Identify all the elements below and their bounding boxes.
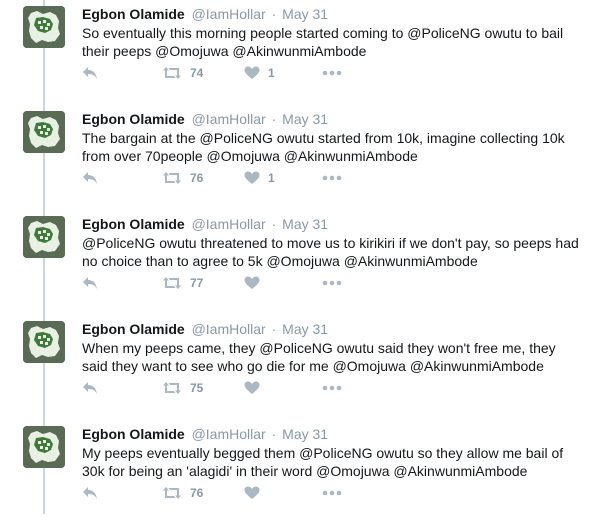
retweet-count: 75	[190, 381, 204, 395]
more-button[interactable]	[322, 64, 342, 82]
timestamp[interactable]: May 31	[282, 6, 328, 22]
tweet[interactable]: Egbon Olamide @IamHollar · May 31 @Polic…	[0, 210, 599, 315]
reply-icon	[82, 381, 98, 395]
retweet-icon	[162, 171, 182, 185]
user-handle[interactable]: @IamHollar	[192, 426, 266, 442]
user-handle[interactable]: @IamHollar	[192, 111, 266, 127]
separator-dot: ·	[271, 426, 277, 442]
display-name[interactable]: Egbon Olamide	[82, 321, 185, 337]
tweet-header: Egbon Olamide @IamHollar · May 31	[82, 6, 328, 22]
retweet-icon	[162, 66, 182, 80]
tweet-text: @PoliceNG owutu threatened to move us to…	[82, 235, 579, 269]
tweet-actions: 77	[82, 274, 382, 292]
heart-icon	[244, 171, 260, 185]
heart-icon	[244, 486, 260, 500]
avatar[interactable]	[23, 111, 65, 153]
reply-button[interactable]	[82, 169, 98, 187]
avatar[interactable]	[23, 6, 65, 48]
timestamp[interactable]: May 31	[282, 216, 328, 232]
reply-button[interactable]	[82, 274, 98, 292]
avatar[interactable]	[23, 321, 65, 363]
separator-dot: ·	[271, 216, 277, 232]
more-dots-icon	[322, 70, 342, 76]
reply-button[interactable]	[82, 379, 98, 397]
reply-icon	[82, 66, 98, 80]
tweet-text: When my peeps came, they @PoliceNG owutu…	[82, 340, 556, 374]
tweet[interactable]: Egbon Olamide @IamHollar · May 31 My pee…	[0, 420, 599, 525]
tweet-text: So eventually this morning people starte…	[82, 25, 564, 59]
tweet[interactable]: Egbon Olamide @IamHollar · May 31 When m…	[0, 315, 599, 420]
more-dots-icon	[322, 385, 342, 391]
like-button[interactable]: 1	[244, 169, 275, 187]
like-button[interactable]	[244, 274, 260, 292]
reply-button[interactable]	[82, 64, 98, 82]
more-button[interactable]	[322, 484, 342, 502]
tweet-actions: 76 1	[82, 169, 382, 187]
tweet-text: My peeps eventually begged them @PoliceN…	[82, 445, 564, 479]
retweet-count: 76	[190, 171, 204, 185]
retweet-button[interactable]: 77	[162, 274, 203, 292]
tweet-header: Egbon Olamide @IamHollar · May 31	[82, 216, 328, 232]
timestamp[interactable]: May 31	[282, 426, 328, 442]
more-dots-icon	[322, 490, 342, 496]
tweet-actions: 75	[82, 379, 382, 397]
timestamp[interactable]: May 31	[282, 321, 328, 337]
separator-dot: ·	[271, 321, 277, 337]
avatar[interactable]	[23, 426, 65, 468]
retweet-count: 77	[190, 276, 204, 290]
retweet-count: 76	[190, 486, 204, 500]
heart-icon	[244, 381, 260, 395]
reply-icon	[82, 486, 98, 500]
tweet[interactable]: Egbon Olamide @IamHollar · May 31 The ba…	[0, 105, 599, 210]
display-name[interactable]: Egbon Olamide	[82, 6, 185, 22]
avatar[interactable]	[23, 216, 65, 258]
user-handle[interactable]: @IamHollar	[192, 6, 266, 22]
retweet-button[interactable]: 75	[162, 379, 203, 397]
retweet-icon	[162, 276, 182, 290]
reply-button[interactable]	[82, 484, 98, 502]
tweet-actions: 76	[82, 484, 382, 502]
retweet-icon	[162, 381, 182, 395]
tweet-header: Egbon Olamide @IamHollar · May 31	[82, 111, 328, 127]
like-button[interactable]	[244, 379, 260, 397]
more-dots-icon	[322, 280, 342, 286]
heart-icon	[244, 276, 260, 290]
display-name[interactable]: Egbon Olamide	[82, 111, 185, 127]
more-button[interactable]	[322, 169, 342, 187]
more-button[interactable]	[322, 274, 342, 292]
more-dots-icon	[322, 175, 342, 181]
reply-icon	[82, 171, 98, 185]
like-button[interactable]: 1	[244, 64, 275, 82]
heart-icon	[244, 66, 260, 80]
display-name[interactable]: Egbon Olamide	[82, 216, 185, 232]
like-button[interactable]	[244, 484, 260, 502]
retweet-button[interactable]: 76	[162, 484, 203, 502]
separator-dot: ·	[271, 111, 277, 127]
user-handle[interactable]: @IamHollar	[192, 321, 266, 337]
retweet-button[interactable]: 76	[162, 169, 203, 187]
like-count: 1	[268, 171, 275, 185]
like-count: 1	[268, 66, 275, 80]
retweet-count: 74	[190, 66, 204, 80]
separator-dot: ·	[271, 6, 277, 22]
tweet-actions: 74 1	[82, 64, 382, 82]
reply-icon	[82, 276, 98, 290]
tweet-header: Egbon Olamide @IamHollar · May 31	[82, 426, 328, 442]
timestamp[interactable]: May 31	[282, 111, 328, 127]
retweet-icon	[162, 486, 182, 500]
tweet[interactable]: Egbon Olamide @IamHollar · May 31 So eve…	[0, 0, 599, 105]
tweet-header: Egbon Olamide @IamHollar · May 31	[82, 321, 328, 337]
display-name[interactable]: Egbon Olamide	[82, 426, 185, 442]
retweet-button[interactable]: 74	[162, 64, 203, 82]
tweet-text: The bargain at the @PoliceNG owutu start…	[82, 130, 565, 164]
more-button[interactable]	[322, 379, 342, 397]
user-handle[interactable]: @IamHollar	[192, 216, 266, 232]
